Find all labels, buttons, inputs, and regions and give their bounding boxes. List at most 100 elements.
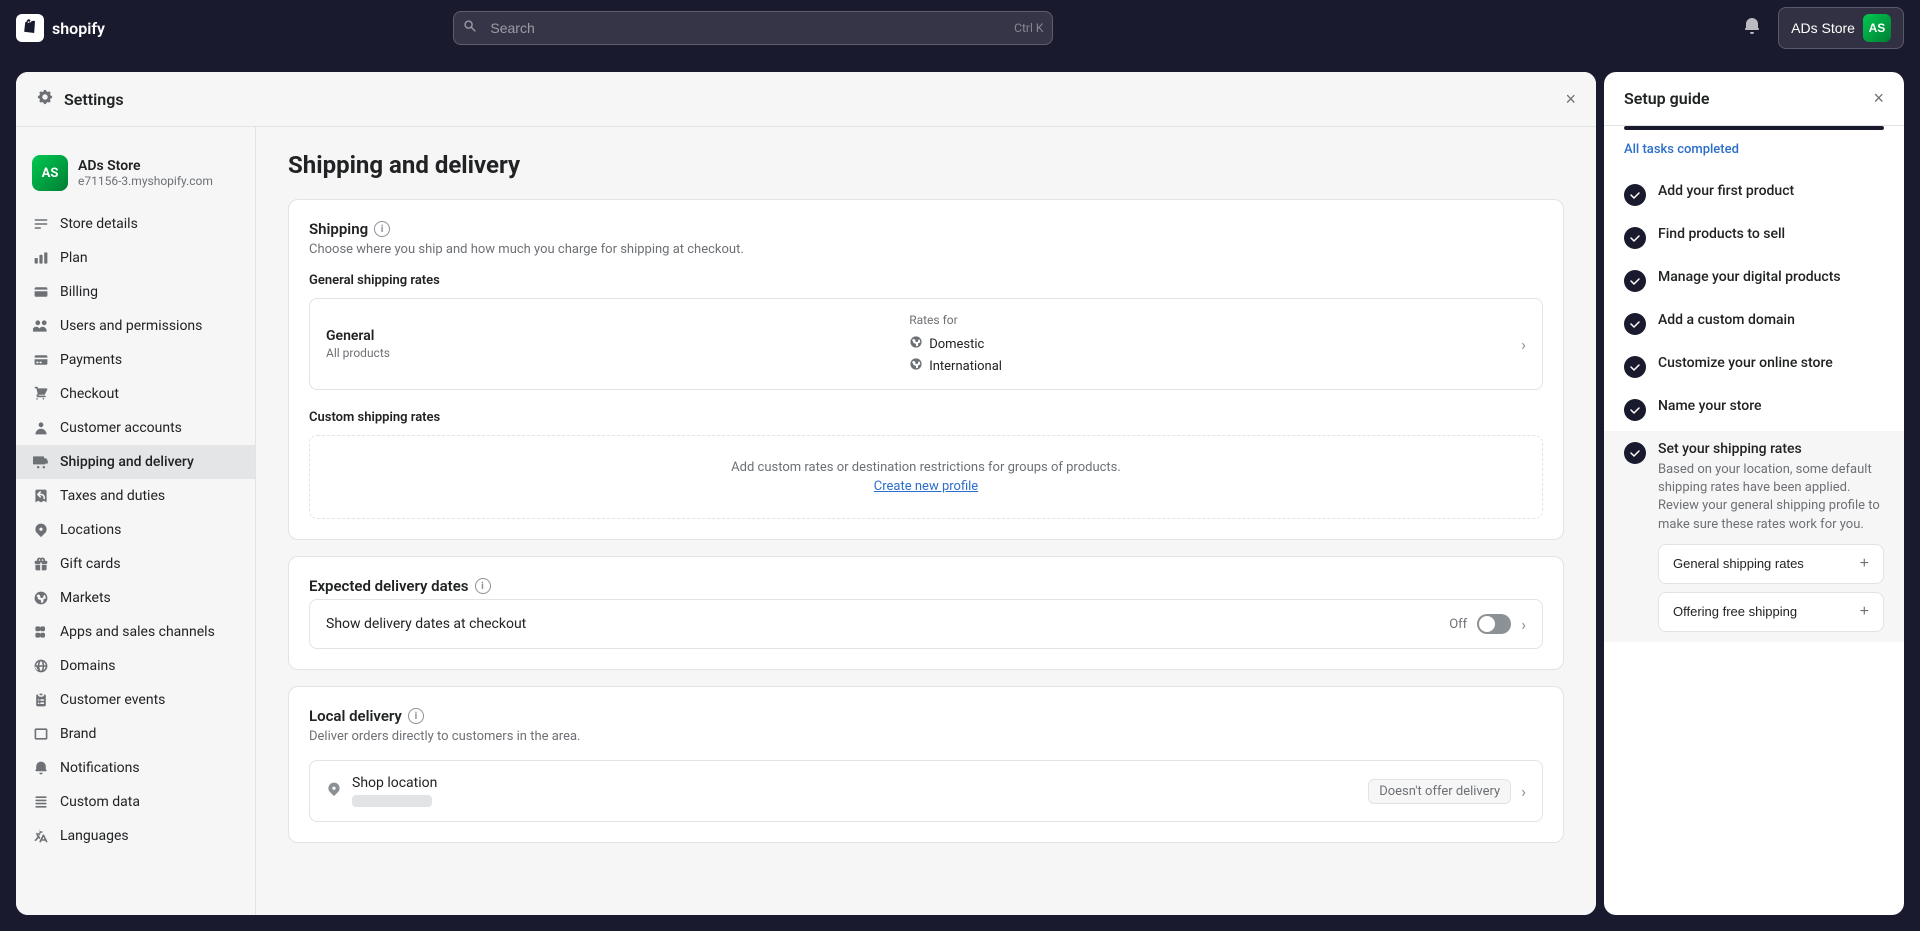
sidebar-item-apps-channels[interactable]: Apps and sales channels — [16, 615, 255, 649]
settings-header: Settings × — [16, 72, 1596, 127]
search-icon — [463, 19, 477, 37]
delivery-dates-toggle-row[interactable]: Show delivery dates at checkout Off › — [309, 599, 1543, 649]
shop-location-address-placeholder — [352, 795, 432, 807]
store-details-icon — [32, 215, 50, 233]
sidebar-item-locations[interactable]: Locations — [16, 513, 255, 547]
setup-guide-header: Setup guide × — [1604, 72, 1904, 126]
taxes-label: Taxes and duties — [60, 488, 165, 504]
settings-modal: Settings × AS ADs Store e71156-3.myshopi… — [16, 72, 1596, 915]
international-globe-icon — [909, 357, 923, 375]
sidebar-item-languages[interactable]: Languages — [16, 819, 255, 853]
task-check-find-products — [1624, 227, 1646, 249]
task-customize-store-label: Customize your online store — [1658, 355, 1884, 371]
toggle-right: Off › — [1449, 614, 1526, 634]
sidebar-item-domains[interactable]: Domains — [16, 649, 255, 683]
setup-progress-fill — [1624, 126, 1884, 130]
locations-icon — [32, 521, 50, 539]
setup-guide-close-button[interactable]: × — [1873, 88, 1884, 109]
free-shipping-action-label: Offering free shipping — [1673, 604, 1797, 619]
customer-events-icon — [32, 691, 50, 709]
local-delivery-card: Local delivery i Deliver orders directly… — [288, 686, 1564, 843]
markets-icon — [32, 589, 50, 607]
delivery-dates-toggle-button[interactable] — [1477, 614, 1511, 634]
task-find-products[interactable]: Find products to sell — [1604, 216, 1904, 259]
delivery-dates-card: Expected delivery dates i Show delivery … — [288, 556, 1564, 670]
shipping-card-title: Shipping i — [309, 220, 1543, 238]
local-delivery-info-icon[interactable]: i — [408, 708, 424, 724]
sidebar-item-shipping[interactable]: Shipping and delivery — [16, 445, 255, 479]
sidebar-item-users[interactable]: Users and permissions — [16, 309, 255, 343]
delivery-dates-info-icon[interactable]: i — [475, 578, 491, 594]
taxes-icon — [32, 487, 50, 505]
gift-cards-label: Gift cards — [60, 556, 121, 572]
store-details-label: Store details — [60, 216, 138, 232]
task-name-store[interactable]: Name your store — [1604, 388, 1904, 431]
task-customize-store[interactable]: Customize your online store — [1604, 345, 1904, 388]
sidebar-item-payments[interactable]: Payments — [16, 343, 255, 377]
apps-channels-icon — [32, 623, 50, 641]
billing-icon — [32, 283, 50, 301]
brand-label: Brand — [60, 726, 96, 742]
sidebar-item-custom-data[interactable]: Custom data — [16, 785, 255, 819]
shop-location-row[interactable]: Shop location Doesn't offer delivery › — [309, 760, 1543, 822]
brand-icon — [32, 725, 50, 743]
task-name-store-content: Name your store — [1658, 398, 1884, 414]
search-shortcut: Ctrl K — [1014, 21, 1043, 35]
shop-location-info: Shop location — [352, 775, 437, 807]
setup-guide-panel: Setup guide × All tasks completed Add yo… — [1604, 72, 1904, 915]
gift-cards-icon — [32, 555, 50, 573]
store-name-label: ADs Store — [1791, 20, 1855, 36]
task-shipping-actions: General shipping rates + Offering free s… — [1658, 544, 1884, 632]
sidebar-item-checkout[interactable]: Checkout — [16, 377, 255, 411]
shipping-info-icon[interactable]: i — [374, 221, 390, 237]
plan-label: Plan — [60, 250, 88, 266]
delivery-dates-chevron: › — [1521, 615, 1526, 634]
sidebar-store-name: ADs Store — [78, 158, 213, 174]
task-name-store-label: Name your store — [1658, 398, 1884, 414]
task-shipping-rates[interactable]: Set your shipping rates Based on your lo… — [1604, 431, 1904, 642]
task-digital-products[interactable]: Manage your digital products — [1604, 259, 1904, 302]
users-icon — [32, 317, 50, 335]
search-input[interactable] — [453, 11, 1053, 45]
task-custom-domain-label: Add a custom domain — [1658, 312, 1884, 328]
general-rates-label: General shipping rates — [309, 273, 1543, 288]
sidebar-item-customer-events[interactable]: Customer events — [16, 683, 255, 717]
sidebar-item-gift-cards[interactable]: Gift cards — [16, 547, 255, 581]
locations-label: Locations — [60, 522, 121, 538]
markets-label: Markets — [60, 590, 111, 606]
general-rates-plus-icon: + — [1860, 555, 1869, 573]
sidebar-item-markets[interactable]: Markets — [16, 581, 255, 615]
sidebar-item-notifications[interactable]: Notifications — [16, 751, 255, 785]
page-title: Shipping and delivery — [288, 151, 1564, 179]
local-delivery-title: Local delivery i — [309, 707, 1543, 725]
logo-text: shopify — [52, 19, 105, 38]
task-add-product[interactable]: Add your first product — [1604, 173, 1904, 216]
sidebar-item-brand[interactable]: Brand — [16, 717, 255, 751]
store-info: AS ADs Store e71156-3.myshopify.com — [16, 143, 255, 207]
general-shipping-rates-action-button[interactable]: General shipping rates + — [1658, 544, 1884, 584]
general-rates-action-label: General shipping rates — [1673, 556, 1804, 571]
task-add-product-content: Add your first product — [1658, 183, 1884, 199]
sidebar-item-plan[interactable]: Plan — [16, 241, 255, 275]
search-bar[interactable]: Ctrl K — [453, 11, 1053, 45]
task-custom-domain[interactable]: Add a custom domain — [1604, 302, 1904, 345]
notifications-bell-button[interactable] — [1738, 12, 1766, 45]
settings-close-button[interactable]: × — [1565, 90, 1576, 108]
sidebar-item-billing[interactable]: Billing — [16, 275, 255, 309]
task-find-products-content: Find products to sell — [1658, 226, 1884, 242]
offering-free-shipping-action-button[interactable]: Offering free shipping + — [1658, 592, 1884, 632]
customer-accounts-label: Customer accounts — [60, 420, 182, 436]
task-customize-store-content: Customize your online store — [1658, 355, 1884, 371]
general-shipping-rate-row[interactable]: General All products Rates for Domestic — [309, 298, 1543, 390]
create-new-profile-link[interactable]: Create new profile — [334, 479, 1518, 494]
store-switcher-button[interactable]: ADs Store AS — [1778, 7, 1904, 49]
domestic-globe-icon — [909, 335, 923, 353]
main-area: Settings × AS ADs Store e71156-3.myshopi… — [0, 56, 1920, 931]
shipping-label: Shipping and delivery — [60, 454, 194, 470]
custom-rates-label: Custom shipping rates — [309, 410, 1543, 425]
settings-gear-icon — [36, 88, 54, 110]
sidebar-item-store-details[interactable]: Store details — [16, 207, 255, 241]
shop-location-right: Doesn't offer delivery › — [1368, 779, 1526, 804]
sidebar-item-taxes[interactable]: Taxes and duties — [16, 479, 255, 513]
sidebar-item-customer-accounts[interactable]: Customer accounts — [16, 411, 255, 445]
